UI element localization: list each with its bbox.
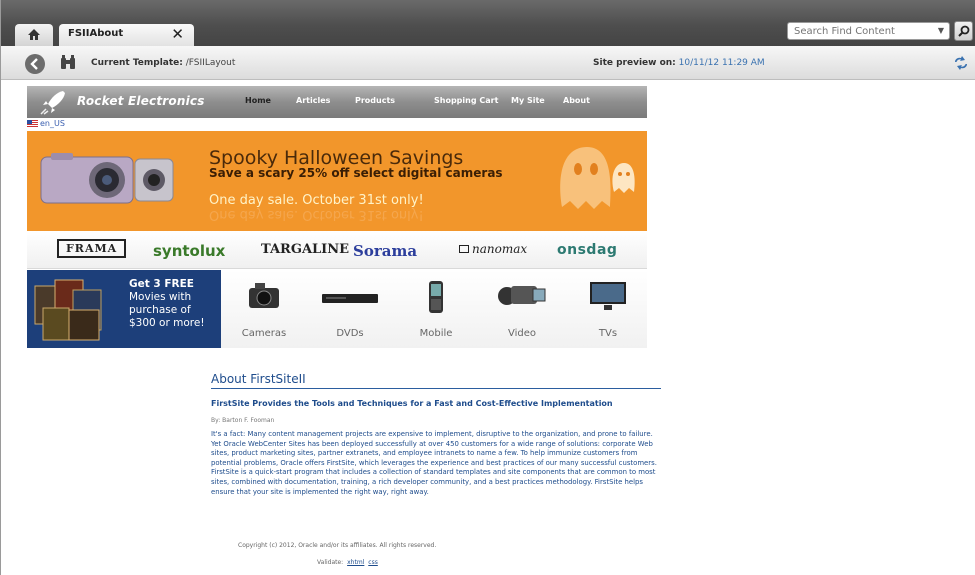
article-subtitle: FirstSite Provides the Tools and Techniq… <box>211 399 613 408</box>
brand-onsdag[interactable]: onsdag <box>557 242 617 258</box>
brand-sorama[interactable]: Sorama <box>353 242 417 260</box>
nav-my-site[interactable]: My Site <box>511 96 545 105</box>
validate-css-link[interactable]: css <box>368 559 378 566</box>
home-tab[interactable] <box>15 24 53 46</box>
locale-selector[interactable]: en_US <box>27 119 65 128</box>
movies-promo[interactable]: Get 3 FREE Movies with purchase of $300 … <box>27 270 221 348</box>
validate-links: Validate: xhtml css <box>317 559 378 566</box>
us-flag-icon <box>27 120 38 127</box>
category-label: DVDs <box>336 328 364 339</box>
nanomax-box-icon <box>459 245 469 253</box>
category-video[interactable]: Video <box>479 270 565 348</box>
camera-icon <box>249 283 279 308</box>
video-camera-icon <box>498 286 546 305</box>
camera-image <box>40 153 174 204</box>
category-label: Cameras <box>241 328 287 339</box>
ghost-image <box>560 147 635 209</box>
article-body: It's a fact: Many content management pro… <box>211 430 657 496</box>
promo-line-2: Movies with <box>129 291 192 303</box>
tab-fsiiabout[interactable]: FSIIAbout ✕ <box>59 24 194 46</box>
category-label: Video <box>507 328 537 339</box>
validate-xhtml-link[interactable]: xhtml <box>347 559 364 566</box>
hero-tagline-reflection: One day sale. October 31st only! <box>209 207 424 222</box>
brand-nanomax-label: nanomax <box>472 242 528 256</box>
chevron-down-icon[interactable]: ▼ <box>938 26 944 35</box>
site-logo[interactable]: Rocket Electronics <box>77 94 205 108</box>
brand-targaline[interactable]: TARGALINE <box>261 242 349 257</box>
back-arrow-icon <box>30 58 38 70</box>
category-dvds[interactable]: DVDs <box>307 270 393 348</box>
preview-datetime[interactable]: 10/11/12 11:29 AM <box>679 58 765 68</box>
preview-label: Site preview on: <box>593 58 676 68</box>
page: FSIIAbout ✕ ▼ Current Templa <box>0 0 975 575</box>
dvd-player-icon <box>322 294 378 303</box>
sync-icon[interactable] <box>953 55 969 71</box>
current-template: Current Template: /FSIILayout <box>91 58 235 68</box>
category-label: Mobile <box>419 328 453 339</box>
article-title: About FirstSiteII <box>211 372 661 389</box>
brand-nanomax[interactable]: nanomax <box>459 242 527 256</box>
hero-tagline: One day sale. October 31st only! <box>209 193 424 208</box>
template-value: /FSIILayout <box>185 58 236 68</box>
tab-label: FSIIAbout <box>68 28 124 39</box>
site-nav: Rocket Electronics Home Articles Product… <box>27 86 647 118</box>
copyright-notice: Copyright (c) 2012, Oracle and/or its af… <box>238 542 437 549</box>
binoculars-icon[interactable] <box>60 55 76 70</box>
promo-line-3: purchase of <box>129 304 191 316</box>
mobile-phone-icon <box>429 281 443 313</box>
brand-frama[interactable]: FRAMA <box>57 239 127 258</box>
tab-bar: FSIIAbout ✕ ▼ <box>1 0 975 46</box>
rocket-logo-icon <box>40 91 65 115</box>
close-icon[interactable]: ✕ <box>171 25 184 43</box>
site-preview-info: Site preview on: 10/11/12 11:29 AM <box>593 58 765 68</box>
article-byline: By: Barton F. Fooman <box>211 417 275 424</box>
nav-products[interactable]: Products <box>355 96 395 105</box>
category-label: TVs <box>598 328 618 339</box>
validate-label: Validate: <box>317 559 344 566</box>
hero-banner[interactable]: Spooky Halloween Savings Save a scary 25… <box>27 131 647 231</box>
nav-about[interactable]: About <box>563 96 590 105</box>
nav-home[interactable]: Home <box>245 96 271 105</box>
search-icon <box>958 25 970 37</box>
movie-covers-image <box>34 279 102 341</box>
tv-icon <box>590 282 626 310</box>
search-input[interactable] <box>794 25 926 38</box>
preview-toolbar: Current Template: /FSIILayout Site previ… <box>1 46 975 80</box>
brand-strip: FRAMA syntolux TARGALINE Sorama nanomax … <box>27 231 647 269</box>
category-mobile[interactable]: Mobile <box>393 270 479 348</box>
locale-label: en_US <box>40 119 65 128</box>
brand-syntolux[interactable]: syntolux <box>153 242 225 260</box>
home-icon <box>28 29 40 40</box>
back-button[interactable] <box>25 54 45 74</box>
product-categories: Cameras DVDs Mobile Video TVs <box>221 270 647 348</box>
category-tvs[interactable]: TVs <box>565 270 651 348</box>
promo-line-1: Get 3 FREE <box>129 278 194 290</box>
template-label: Current Template: <box>91 58 183 68</box>
search-box: ▼ <box>787 22 950 40</box>
category-cameras[interactable]: Cameras <box>221 270 307 348</box>
article: About FirstSiteII FirstSite Provides the… <box>211 372 661 497</box>
promo-line-4: $300 or more! <box>129 317 205 329</box>
nav-articles[interactable]: Articles <box>296 96 330 105</box>
hero-subline: Save a scary 25% off select digital came… <box>209 166 503 180</box>
search-button[interactable] <box>954 21 973 41</box>
nav-shopping-cart[interactable]: Shopping Cart <box>434 96 498 105</box>
promo-text: Get 3 FREE Movies with purchase of $300 … <box>129 278 205 330</box>
